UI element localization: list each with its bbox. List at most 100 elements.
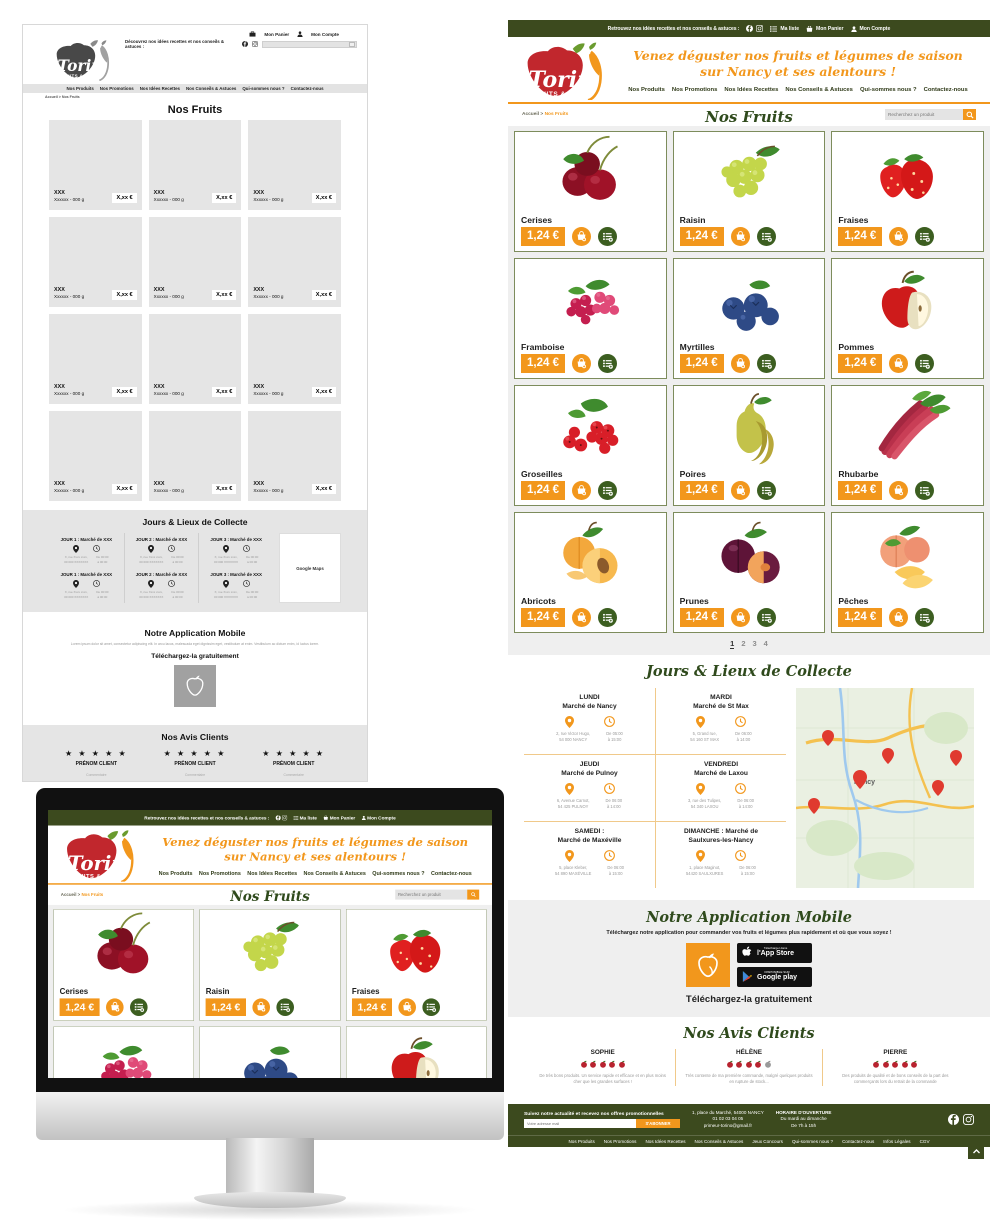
pagination-page[interactable]: 2: [741, 639, 745, 648]
product-card[interactable]: Pêches 1,24 €: [831, 511, 984, 633]
wireframe-main-nav[interactable]: Nos Produits Nos Promotions Nos Idées Re…: [23, 84, 367, 93]
add-to-cart-icon[interactable]: [571, 353, 591, 373]
nav-item[interactable]: Nos Produits: [159, 870, 193, 876]
add-to-cart-icon[interactable]: [730, 607, 750, 627]
pagination-page[interactable]: 3: [753, 639, 757, 648]
add-to-list-icon[interactable]: [276, 998, 294, 1016]
monitor-main-nav[interactable]: Nos Produits Nos Promotions Nos Idées Re…: [159, 870, 472, 876]
wireframe-product-placeholder[interactable]: XXX Xxxxxx - 000 g X,xx €: [248, 411, 341, 501]
account-button[interactable]: Mon Compte: [850, 26, 890, 32]
add-to-cart-icon[interactable]: [571, 480, 591, 500]
wireframe-nav-item[interactable]: Nos Idées Recettes: [140, 86, 180, 91]
product-card[interactable]: Framboise 1,24 €: [514, 257, 667, 379]
wireframe-nav-item[interactable]: Contactez-nous: [291, 86, 324, 91]
product-card[interactable]: Prunes 1,24 €: [672, 511, 826, 633]
footer-email[interactable]: primeur-torino@gmail.fr: [704, 1123, 752, 1128]
wireframe-nav-item[interactable]: Nos Promotions: [100, 86, 134, 91]
footer-nav[interactable]: Nos Produits Nos Promotions Nos Idées Rece…: [508, 1135, 990, 1147]
add-to-list-icon[interactable]: [915, 226, 935, 246]
facebook-icon[interactable]: [242, 41, 249, 47]
product-card[interactable]: Cerises 1,24 €: [514, 130, 667, 252]
my-list-button[interactable]: Ma liste: [770, 26, 799, 32]
instagram-icon[interactable]: [282, 815, 288, 821]
wireframe-product-placeholder[interactable]: XXX Xxxxxx - 000 g X,xx €: [49, 217, 142, 307]
subscribe-button[interactable]: S'ABONNER: [636, 1118, 680, 1128]
my-list-button[interactable]: Ma liste: [293, 815, 317, 821]
instagram-icon[interactable]: [756, 25, 764, 32]
add-to-cart-icon[interactable]: [730, 226, 750, 246]
add-to-list-icon[interactable]: [597, 353, 617, 373]
pagination-page[interactable]: 4: [764, 639, 768, 648]
footer-nav-item[interactable]: CGV: [920, 1139, 930, 1144]
pagination[interactable]: 1234: [514, 632, 984, 655]
facebook-icon[interactable]: [746, 25, 754, 32]
wireframe-product-placeholder[interactable]: XXX Xxxxxx - 000 g X,xx €: [248, 120, 341, 210]
nav-item-promotions[interactable]: Nos Promotions: [672, 87, 718, 93]
add-to-list-icon[interactable]: [756, 480, 776, 500]
add-to-list-icon[interactable]: [422, 998, 440, 1016]
add-to-cart-icon[interactable]: [571, 607, 591, 627]
back-to-top-button[interactable]: [968, 1143, 984, 1159]
wireframe-product-placeholder[interactable]: XXX Xxxxxx - 000 g X,xx €: [248, 314, 341, 404]
google-map[interactable]: Nancy: [796, 687, 974, 888]
search-icon[interactable]: [467, 889, 480, 900]
appstore-badge[interactable]: Télécharger dans l'App Store: [737, 942, 812, 963]
footer-nav-item[interactable]: Nos Idées Recettes: [645, 1139, 685, 1144]
wireframe-product-placeholder[interactable]: XXX Xxxxxx - 000 g X,xx €: [148, 120, 242, 210]
add-to-cart-icon[interactable]: [889, 226, 909, 246]
instagram-icon[interactable]: [963, 1114, 974, 1126]
add-to-cart-icon[interactable]: [571, 226, 591, 246]
nav-item[interactable]: Nos Conseils & Astuces: [304, 870, 366, 876]
footer-nav-item[interactable]: Infos Légales: [883, 1139, 910, 1144]
nav-item[interactable]: Qui-sommes nous ?: [372, 870, 424, 876]
add-to-list-icon[interactable]: [915, 353, 935, 373]
account-button[interactable]: Mon Compte: [361, 815, 396, 821]
cart-button[interactable]: Mon Panier: [323, 815, 355, 821]
wireframe-nav-item[interactable]: Nos Produits: [66, 86, 93, 91]
nav-item[interactable]: Contactez-nous: [431, 870, 472, 876]
search-icon[interactable]: [963, 109, 976, 121]
nav-item-qui-sommes-nous[interactable]: Qui-sommes nous ?: [860, 87, 917, 93]
footer-nav-item[interactable]: Nos Produits: [568, 1139, 594, 1144]
product-card[interactable]: Abricots 1,24 €: [514, 511, 667, 633]
wireframe-product-placeholder[interactable]: XXX Xxxxxx - 000 g X,xx €: [49, 120, 142, 210]
add-to-cart-icon[interactable]: [889, 480, 909, 500]
nav-item-contact[interactable]: Contactez-nous: [924, 87, 968, 93]
product-card[interactable]: Fraises 1,24 €: [831, 130, 984, 252]
add-to-list-icon[interactable]: [756, 607, 776, 627]
wireframe-product-placeholder[interactable]: XXX Xxxxxx - 000 g X,xx €: [49, 314, 142, 404]
product-card[interactable]: Pommes 1,24 €: [831, 257, 984, 379]
add-to-cart-icon[interactable]: [889, 607, 909, 627]
instagram-icon[interactable]: [252, 41, 259, 47]
wireframe-product-placeholder[interactable]: XXX Xxxxxx - 000 g X,xx €: [148, 314, 242, 404]
add-to-list-icon[interactable]: [130, 998, 148, 1016]
nav-item[interactable]: Nos Promotions: [199, 870, 241, 876]
nav-item-recettes[interactable]: Nos Idées Recettes: [724, 87, 778, 93]
add-to-cart-icon[interactable]: [398, 998, 416, 1016]
wireframe-map-placeholder[interactable]: Google Maps: [279, 533, 341, 603]
footer-nav-item[interactable]: Jeux Concours: [752, 1139, 783, 1144]
product-card[interactable]: Myrtilles 1,24 €: [199, 1026, 341, 1078]
wireframe-app-icon[interactable]: [174, 665, 216, 708]
product-card[interactable]: Poires 1,24 €: [672, 384, 826, 506]
search-input[interactable]: [395, 889, 468, 900]
add-to-cart-icon[interactable]: [106, 998, 124, 1016]
wireframe-search-input[interactable]: [262, 40, 357, 48]
footer-nav-item[interactable]: Nos Conseils & Astuces: [695, 1139, 744, 1144]
newsletter-input[interactable]: [524, 1118, 636, 1128]
add-to-list-icon[interactable]: [597, 226, 617, 246]
add-to-cart-icon[interactable]: [252, 998, 270, 1016]
footer-nav-item[interactable]: Nos Promotions: [604, 1139, 637, 1144]
product-card[interactable]: Framboise 1,24 €: [53, 1026, 195, 1078]
product-card[interactable]: Raisin 1,24 €: [672, 130, 826, 252]
search-input[interactable]: [885, 109, 963, 121]
add-to-list-icon[interactable]: [915, 480, 935, 500]
facebook-icon[interactable]: [275, 815, 281, 821]
pagination-page[interactable]: 1: [730, 639, 735, 649]
wireframe-product-placeholder[interactable]: XXX Xxxxxx - 000 g X,xx €: [248, 217, 341, 307]
wireframe-product-placeholder[interactable]: XXX Xxxxxx - 000 g X,xx €: [49, 411, 142, 501]
product-card[interactable]: Pommes 1,24 €: [345, 1026, 487, 1078]
site-logo[interactable]: Torino FRUITS & LÉGUMES: [516, 41, 616, 100]
cart-button[interactable]: Mon Panier: [806, 25, 844, 32]
footer-nav-item[interactable]: Contactez-nous: [842, 1139, 874, 1144]
